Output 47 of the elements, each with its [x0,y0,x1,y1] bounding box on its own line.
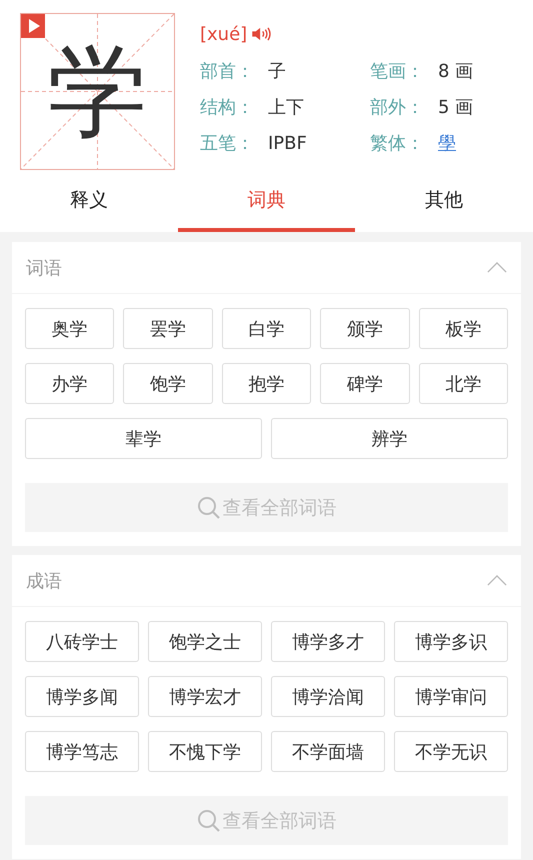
word-button[interactable]: 板学 [418,308,508,349]
traditional-link[interactable]: 學 [438,131,456,155]
word-button[interactable]: 不学无识 [394,731,508,772]
search-icon [196,496,220,520]
word-button[interactable]: 饱学之士 [148,621,262,662]
speaker-icon[interactable] [251,27,272,41]
word-button[interactable]: 碑学 [320,363,410,404]
character: 学 [48,42,148,142]
word-button[interactable]: 办学 [25,363,114,404]
pinyin: [xué] [200,24,248,44]
word-button[interactable]: 博学宏才 [148,676,262,717]
tab[interactable]: 词典 [178,172,356,232]
tab[interactable]: 释义 [0,172,178,232]
word-button[interactable]: 抱学 [222,363,312,404]
word-button[interactable]: 北学 [418,363,508,404]
word-button[interactable]: 辈学 [25,418,262,459]
word-button[interactable]: 八砖学士 [25,621,139,662]
info-label: 部首： [200,60,255,83]
word-button[interactable]: 辨学 [271,418,508,459]
info-value: 上下 [268,96,304,119]
info-value: 子 [268,60,286,83]
word-button[interactable]: 博学多闻 [25,676,139,717]
word-button[interactable]: 饱学 [123,363,213,404]
info-value: 5 画 [438,96,474,119]
info-label: 繁体： [370,132,425,155]
info-label: 五笔： [200,132,255,155]
info-value: IPBF [268,132,307,154]
word-button[interactable]: 博学笃志 [25,731,139,772]
info-label: 部外： [370,96,425,119]
word-button[interactable]: 白学 [222,308,312,349]
info-value: 8 画 [438,60,474,83]
word-button[interactable]: 博学洽闻 [271,676,385,717]
info-label: 笔画： [370,60,425,83]
section-title: 词语 [26,256,62,280]
word-button[interactable]: 博学多识 [394,621,508,662]
info-label: 结构： [200,96,255,119]
play-icon[interactable] [21,14,45,38]
word-button[interactable]: 颁学 [320,308,410,349]
word-button[interactable]: 博学多才 [271,621,385,662]
word-button[interactable]: 奥学 [25,308,114,349]
word-button[interactable]: 博学审问 [394,676,508,717]
word-button[interactable]: 不学面墙 [271,731,385,772]
tab[interactable]: 其他 [355,172,533,232]
word-button[interactable]: 不愧下学 [148,731,262,772]
search-icon [196,808,220,832]
word-button[interactable]: 罢学 [123,308,213,349]
section-title: 成语 [26,570,62,592]
